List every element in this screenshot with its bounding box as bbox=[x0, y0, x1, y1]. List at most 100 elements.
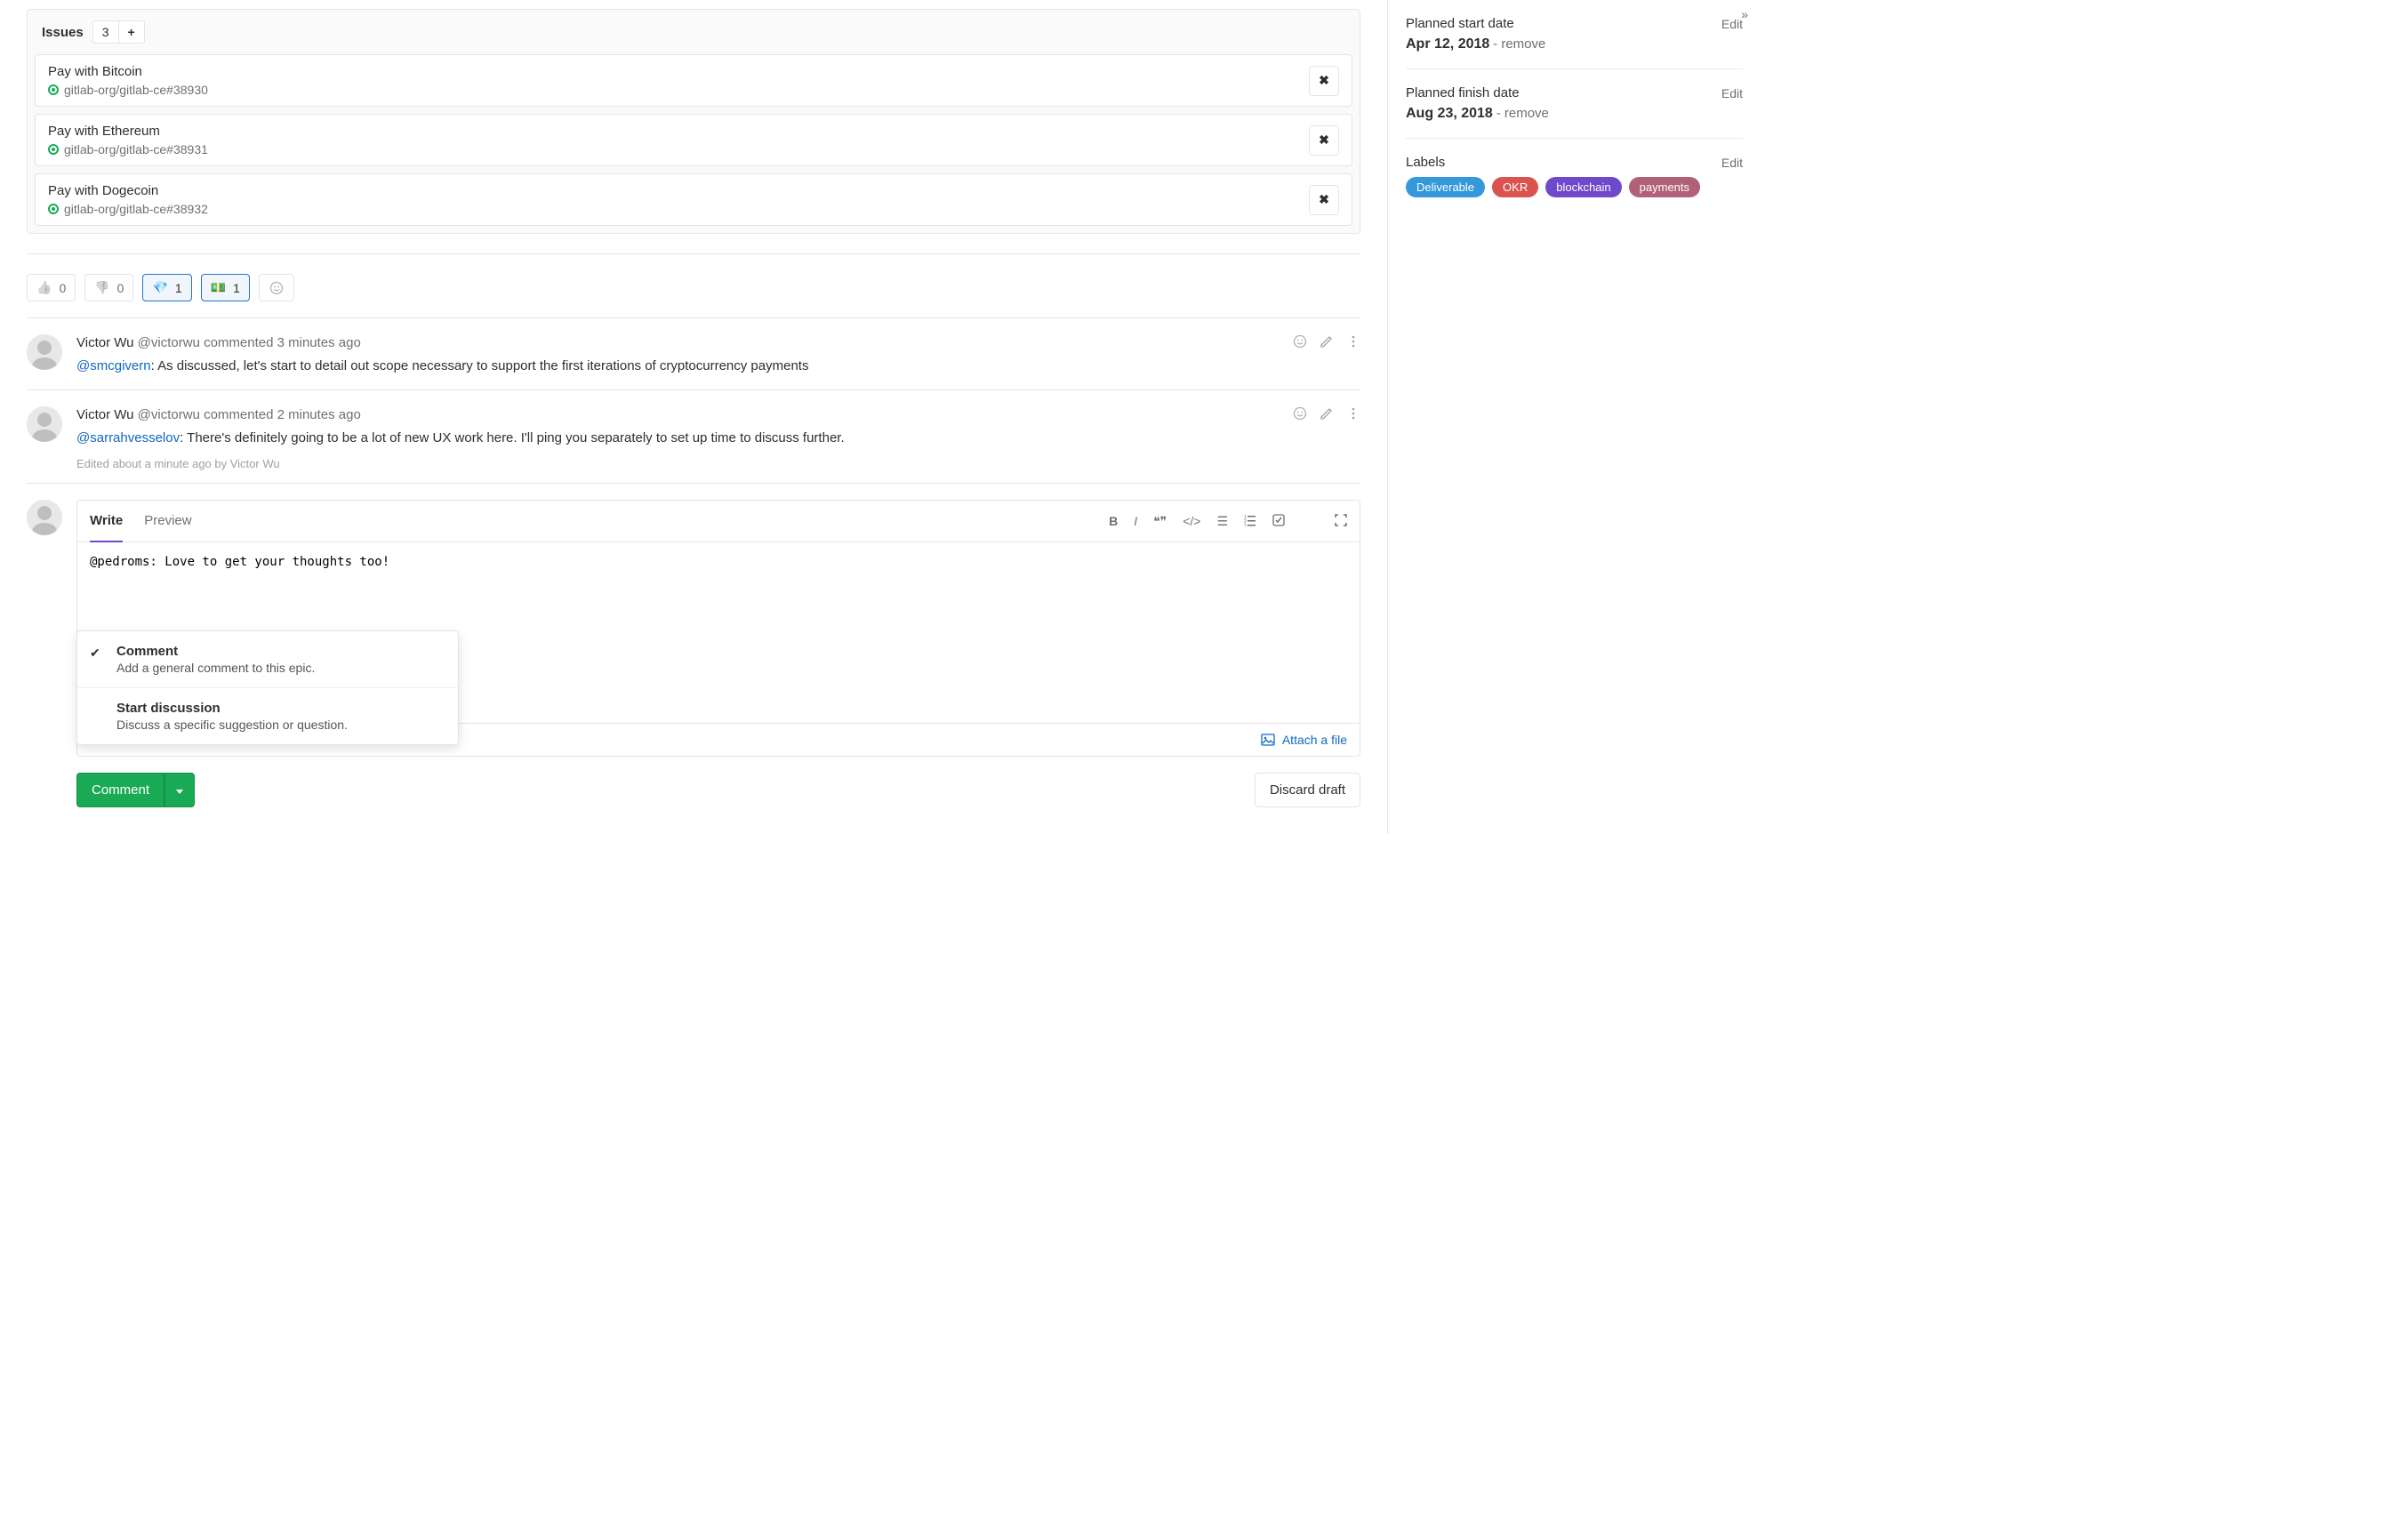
add-issue-button[interactable]: + bbox=[119, 20, 145, 44]
reaction-count: 0 bbox=[117, 281, 124, 295]
comment-verb: commented bbox=[204, 335, 273, 350]
issue-card[interactable]: Pay with Dogecoin gitlab-org/gitlab-ce#3… bbox=[35, 173, 1352, 226]
comment-verb: commented bbox=[204, 407, 273, 422]
comment-compose: Write Preview B I ❝❞ </> ☰ 123 A bbox=[27, 484, 1360, 757]
status-open-icon bbox=[48, 204, 59, 214]
mention[interactable]: @sarrahvesselov bbox=[76, 430, 180, 445]
issue-ref: gitlab-org/gitlab-ce#38931 bbox=[48, 142, 208, 156]
issue-title: Pay with Dogecoin bbox=[48, 183, 208, 198]
edit-icon[interactable] bbox=[1320, 334, 1334, 351]
fullscreen-icon[interactable] bbox=[1335, 514, 1347, 529]
label-chip[interactable]: payments bbox=[1629, 177, 1700, 197]
status-open-icon bbox=[48, 144, 59, 155]
task-list-icon[interactable] bbox=[1272, 514, 1285, 529]
issue-card[interactable]: Pay with Ethereum gitlab-org/gitlab-ce#3… bbox=[35, 114, 1352, 166]
bullet-list-icon[interactable]: ☰ bbox=[1216, 514, 1228, 529]
more-icon[interactable] bbox=[1346, 406, 1360, 423]
comment-time: 3 minutes ago bbox=[277, 335, 361, 350]
status-open-icon bbox=[48, 84, 59, 95]
issue-ref-text: gitlab-org/gitlab-ce#38930 bbox=[64, 83, 208, 97]
react-icon[interactable] bbox=[1293, 334, 1307, 351]
numbered-list-icon[interactable]: 123 bbox=[1244, 514, 1256, 529]
label-chip[interactable]: blockchain bbox=[1545, 177, 1621, 197]
comment-author[interactable]: Victor Wu bbox=[76, 335, 133, 350]
remove-date-link[interactable]: - remove bbox=[1496, 106, 1549, 121]
check-icon: ✔ bbox=[90, 646, 100, 661]
edit-link[interactable]: Edit bbox=[1721, 156, 1743, 170]
more-icon[interactable] bbox=[1346, 334, 1360, 351]
issue-title: Pay with Bitcoin bbox=[48, 64, 208, 79]
reaction-count: 1 bbox=[233, 281, 240, 295]
issue-ref-text: gitlab-org/gitlab-ce#38931 bbox=[64, 142, 208, 156]
dropdown-item-discussion[interactable]: Start discussion Discuss a specific sugg… bbox=[77, 688, 458, 744]
collapse-sidebar-icon[interactable]: » bbox=[1741, 7, 1748, 21]
edit-link[interactable]: Edit bbox=[1721, 17, 1743, 31]
tab-write[interactable]: Write bbox=[90, 501, 123, 542]
sidebar: » Planned start date Edit Apr 12, 2018 -… bbox=[1387, 0, 1761, 834]
label-chip[interactable]: Deliverable bbox=[1406, 177, 1485, 197]
dropdown-title: Comment bbox=[116, 644, 442, 659]
start-date-value: Apr 12, 2018 bbox=[1406, 36, 1489, 52]
tab-preview[interactable]: Preview bbox=[144, 501, 191, 541]
comment-button[interactable]: Comment bbox=[76, 773, 164, 807]
edited-note: Edited about a minute ago by Victor Wu bbox=[76, 457, 1360, 470]
reaction-thumbs-down[interactable]: 👎 0 bbox=[84, 274, 133, 301]
avatar[interactable] bbox=[27, 406, 62, 442]
compose-actions: Comment Discard draft bbox=[27, 773, 1360, 807]
edit-link[interactable]: Edit bbox=[1721, 86, 1743, 100]
gem-icon: 💎 bbox=[152, 280, 167, 295]
issues-header-label: Issues bbox=[42, 25, 84, 40]
issue-ref-text: gitlab-org/gitlab-ce#38932 bbox=[64, 202, 208, 216]
add-reaction-button[interactable] bbox=[259, 274, 294, 301]
issue-ref: gitlab-org/gitlab-ce#38932 bbox=[48, 202, 208, 216]
remove-issue-button[interactable]: ✖ bbox=[1309, 66, 1339, 96]
quote-icon[interactable]: ❝❞ bbox=[1153, 514, 1167, 529]
comment-handle[interactable]: @victorwu bbox=[138, 407, 200, 422]
comment-text: @smcgivern: As discussed, let's start to… bbox=[76, 357, 1360, 377]
dropdown-title: Start discussion bbox=[116, 701, 442, 716]
comment: Victor Wu @victorwu commented 3 minutes … bbox=[27, 318, 1360, 390]
avatar-self[interactable] bbox=[27, 500, 62, 535]
react-icon[interactable] bbox=[1293, 406, 1307, 423]
comment-handle[interactable]: @victorwu bbox=[138, 335, 200, 350]
image-icon bbox=[1261, 733, 1275, 747]
sidebar-start-date: » Planned start date Edit Apr 12, 2018 -… bbox=[1406, 0, 1743, 69]
sidebar-label: Planned finish date bbox=[1406, 85, 1520, 100]
reaction-thumbs-up[interactable]: 👍 0 bbox=[27, 274, 76, 301]
remove-issue-button[interactable]: ✖ bbox=[1309, 185, 1339, 215]
reaction-count: 0 bbox=[59, 281, 66, 295]
comment-body-text: : There's definitely going to be a lot o… bbox=[180, 430, 845, 445]
reaction-dollar[interactable]: 💵 1 bbox=[201, 274, 250, 301]
comment-dropdown-toggle[interactable] bbox=[164, 773, 195, 807]
issue-ref: gitlab-org/gitlab-ce#38930 bbox=[48, 83, 208, 97]
attach-file-label: Attach a file bbox=[1282, 733, 1347, 747]
comment-text: @sarrahvesselov: There's definitely goin… bbox=[76, 429, 1360, 449]
bold-icon[interactable]: B bbox=[1109, 514, 1118, 528]
sidebar-label: Labels bbox=[1406, 155, 1445, 170]
code-icon[interactable]: </> bbox=[1183, 514, 1200, 528]
mention[interactable]: @smcgivern bbox=[76, 358, 151, 373]
comment-author[interactable]: Victor Wu bbox=[76, 407, 133, 422]
issue-card[interactable]: Pay with Bitcoin gitlab-org/gitlab-ce#38… bbox=[35, 54, 1352, 107]
edit-icon[interactable] bbox=[1320, 406, 1334, 423]
thumbs-down-icon: 👎 bbox=[94, 280, 109, 295]
comment-thread: Victor Wu @victorwu commented 3 minutes … bbox=[27, 317, 1360, 484]
remove-issue-button[interactable]: ✖ bbox=[1309, 125, 1339, 156]
comment-meta: Victor Wu @victorwu commented 2 minutes … bbox=[76, 407, 361, 422]
discard-draft-button[interactable]: Discard draft bbox=[1255, 773, 1360, 807]
reaction-gem[interactable]: 💎 1 bbox=[142, 274, 191, 301]
reactions-bar: 👍 0 👎 0 💎 1 💵 1 bbox=[27, 274, 1360, 301]
issues-count: 3 bbox=[92, 20, 119, 44]
avatar[interactable] bbox=[27, 334, 62, 370]
issue-title: Pay with Ethereum bbox=[48, 124, 208, 139]
issues-header: Issues 3 + bbox=[28, 10, 1360, 54]
dropdown-item-comment[interactable]: ✔ Comment Add a general comment to this … bbox=[77, 631, 458, 688]
label-chip[interactable]: OKR bbox=[1492, 177, 1538, 197]
reaction-count: 1 bbox=[175, 281, 182, 295]
dollar-icon: 💵 bbox=[211, 280, 226, 295]
dropdown-desc: Discuss a specific suggestion or questio… bbox=[116, 718, 442, 732]
finish-date-value: Aug 23, 2018 bbox=[1406, 106, 1493, 121]
sidebar-finish-date: Planned finish date Edit Aug 23, 2018 - … bbox=[1406, 69, 1743, 139]
italic-icon[interactable]: I bbox=[1134, 514, 1137, 528]
remove-date-link[interactable]: - remove bbox=[1493, 36, 1545, 52]
